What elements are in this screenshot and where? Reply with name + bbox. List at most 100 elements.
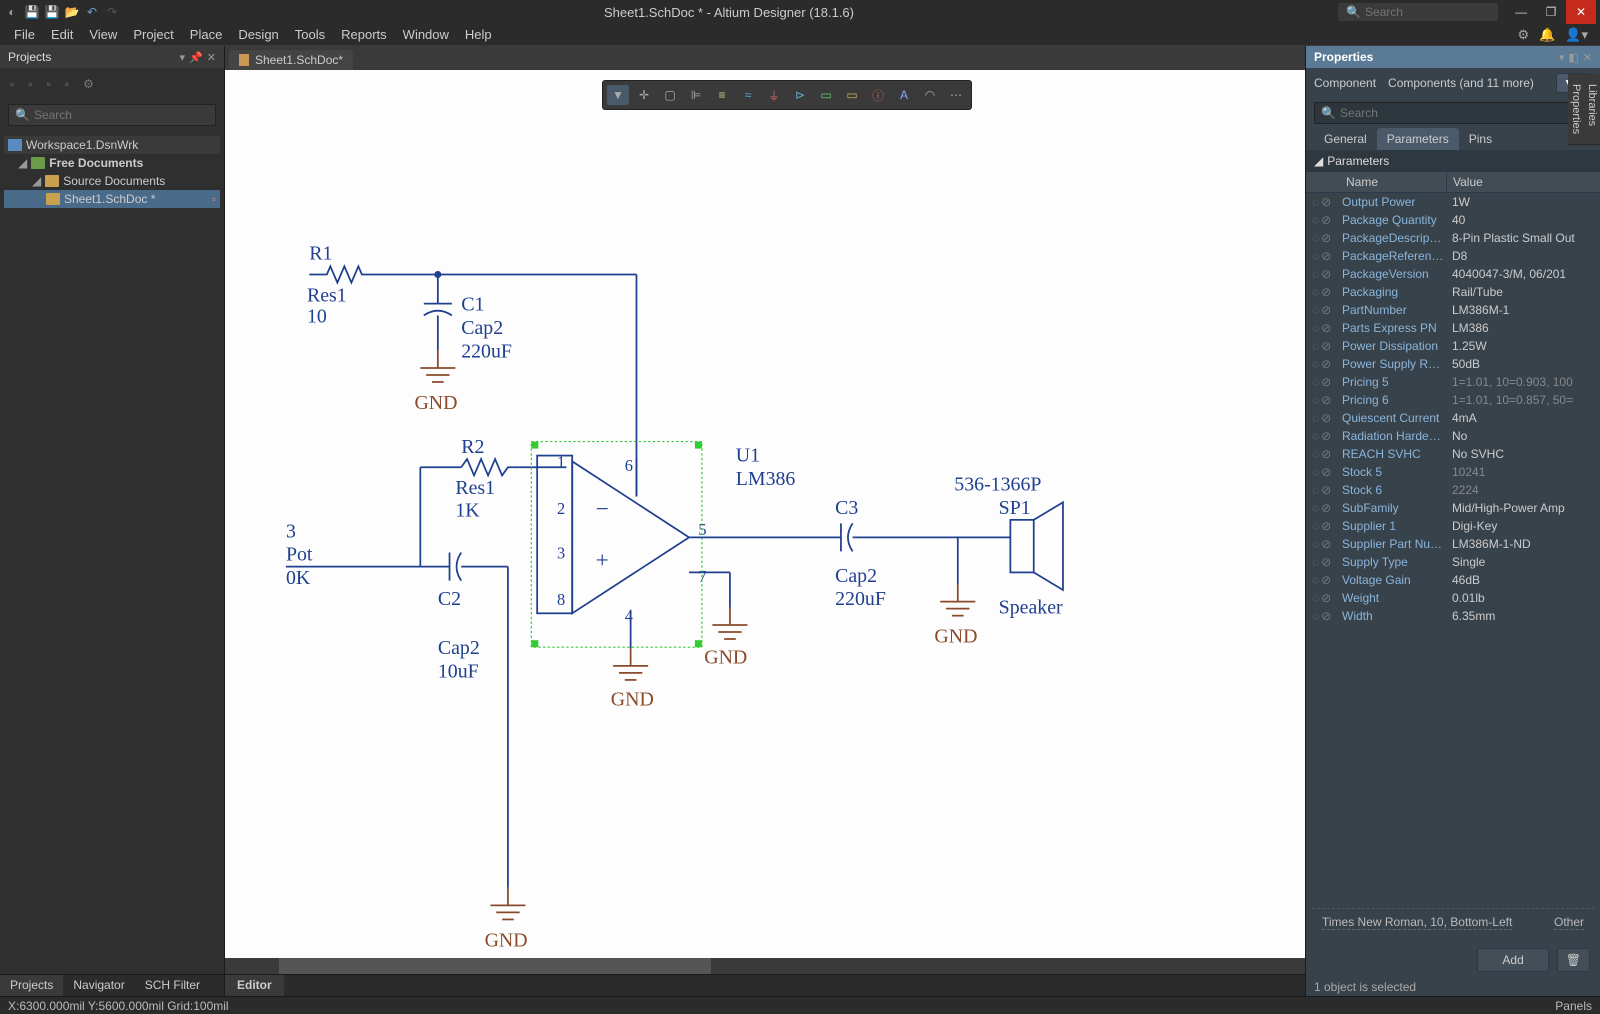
visibility-icon[interactable]: ◌ — [1312, 357, 1319, 371]
lock-icon[interactable]: ⊘ — [1321, 555, 1331, 569]
tab-editor[interactable]: Editor — [225, 975, 284, 996]
tab-pins[interactable]: Pins — [1459, 128, 1502, 150]
properties-search[interactable]: 🔍 — [1314, 102, 1592, 124]
param-row[interactable]: ◌⊘Output Power1W — [1306, 193, 1600, 211]
param-value[interactable]: Rail/Tube — [1446, 285, 1600, 299]
add-button[interactable]: Add — [1477, 948, 1548, 972]
menu-place[interactable]: Place — [182, 25, 231, 44]
menu-help[interactable]: Help — [457, 25, 500, 44]
panel-close-icon[interactable]: ✕ — [1583, 51, 1592, 64]
col-name[interactable]: Name — [1306, 172, 1446, 192]
lock-icon[interactable]: ⊘ — [1321, 357, 1331, 371]
filter-icon[interactable]: ▼ — [607, 85, 629, 105]
param-value[interactable]: 40 — [1446, 213, 1600, 227]
param-row[interactable]: ◌⊘PackageDescription8-Pin Plastic Small … — [1306, 229, 1600, 247]
lock-icon[interactable]: ⊘ — [1321, 321, 1331, 335]
param-row[interactable]: ◌⊘REACH SVHCNo SVHC — [1306, 445, 1600, 463]
param-value[interactable]: 4040047-3/M, 06/201 — [1446, 267, 1600, 281]
param-value[interactable]: No — [1446, 429, 1600, 443]
panel-pin-icon[interactable]: ◧ — [1568, 51, 1578, 64]
tree-source-documents[interactable]: ◢ Source Documents — [4, 172, 220, 190]
lock-icon[interactable]: ⊘ — [1321, 483, 1331, 497]
param-value[interactable]: Mid/High-Power Amp — [1446, 501, 1600, 515]
visibility-icon[interactable]: ◌ — [1312, 267, 1319, 281]
tab-projects[interactable]: Projects — [0, 975, 63, 996]
open-icon[interactable]: 📂 — [64, 4, 80, 20]
visibility-icon[interactable]: ◌ — [1312, 429, 1319, 443]
side-tab-properties[interactable]: Properties — [1568, 74, 1584, 145]
param-row[interactable]: ◌⊘Quiescent Current4mA — [1306, 409, 1600, 427]
properties-search-input[interactable] — [1340, 106, 1585, 120]
visibility-icon[interactable]: ◌ — [1312, 591, 1319, 605]
param-row[interactable]: ◌⊘Power Dissipation1.25W — [1306, 337, 1600, 355]
tb-compile-icon[interactable]: ▫ — [65, 77, 69, 91]
param-value[interactable]: No SVHC — [1446, 447, 1600, 461]
panel-menu-icon[interactable]: ▾ — [180, 51, 186, 64]
arc-icon[interactable]: ◠ — [919, 85, 941, 105]
param-value[interactable]: 6.35mm — [1446, 609, 1600, 623]
font-summary[interactable]: Times New Roman, 10, Bottom-Left Other — [1312, 908, 1594, 936]
close-icon[interactable]: ✕ — [1566, 0, 1596, 24]
directive-icon[interactable]: ▭ — [841, 85, 863, 105]
minimize-icon[interactable]: — — [1506, 0, 1536, 24]
lock-icon[interactable]: ⊘ — [1321, 537, 1331, 551]
param-row[interactable]: ◌⊘Stock 62224 — [1306, 481, 1600, 499]
move-icon[interactable]: ✛ — [633, 85, 655, 105]
param-row[interactable]: ◌⊘Supply TypeSingle — [1306, 553, 1600, 571]
visibility-icon[interactable]: ◌ — [1312, 249, 1319, 263]
lock-icon[interactable]: ⊘ — [1321, 411, 1331, 425]
visibility-icon[interactable]: ◌ — [1312, 519, 1319, 533]
param-value[interactable]: 1=1.01, 10=0.857, 50= — [1446, 393, 1600, 407]
param-value[interactable]: 10241 — [1446, 465, 1600, 479]
lock-icon[interactable]: ⊘ — [1321, 609, 1331, 623]
user-icon[interactable]: 👤▾ — [1565, 27, 1588, 43]
tree-workspace[interactable]: Workspace1.DsnWrk — [4, 136, 220, 154]
delete-button[interactable]: 🗑 — [1557, 948, 1590, 972]
param-value[interactable]: D8 — [1446, 249, 1600, 263]
select-icon[interactable]: ▢ — [659, 85, 681, 105]
param-row[interactable]: ◌⊘Supplier Part NumberLM386M-1-ND — [1306, 535, 1600, 553]
lock-icon[interactable]: ⊘ — [1321, 519, 1331, 533]
more-icon[interactable]: ⋯ — [945, 85, 967, 105]
distribute-icon[interactable]: ≡ — [711, 85, 733, 105]
expand-icon[interactable]: ◢ — [32, 174, 41, 188]
redo-icon[interactable]: ↷ — [104, 4, 120, 20]
settings-icon[interactable]: ⚙ — [1517, 27, 1529, 43]
menu-window[interactable]: Window — [395, 25, 457, 44]
lock-icon[interactable]: ⊘ — [1321, 591, 1331, 605]
parameters-section-header[interactable]: ◢ Parameters — [1306, 151, 1600, 171]
lock-icon[interactable]: ⊘ — [1321, 501, 1331, 515]
lock-icon[interactable]: ⊘ — [1321, 285, 1331, 299]
collapse-icon[interactable]: ◢ — [1314, 154, 1323, 168]
param-row[interactable]: ◌⊘Power Supply Rejectio50dB — [1306, 355, 1600, 373]
tab-sch-filter[interactable]: SCH Filter — [135, 975, 210, 996]
param-value[interactable]: Single — [1446, 555, 1600, 569]
tab-navigator[interactable]: Navigator — [63, 975, 134, 996]
tab-general[interactable]: General — [1314, 128, 1377, 150]
visibility-icon[interactable]: ◌ — [1312, 555, 1319, 569]
menu-design[interactable]: Design — [230, 25, 286, 44]
tb-open-icon[interactable]: ▫ — [28, 77, 32, 91]
menu-reports[interactable]: Reports — [333, 25, 395, 44]
param-value[interactable]: 4mA — [1446, 411, 1600, 425]
save-icon[interactable]: 💾 — [24, 4, 40, 20]
lock-icon[interactable]: ⊘ — [1321, 195, 1331, 209]
param-row[interactable]: ◌⊘Pricing 51=1.01, 10=0.903, 100 — [1306, 373, 1600, 391]
menu-project[interactable]: Project — [125, 25, 181, 44]
lock-icon[interactable]: ⊘ — [1321, 231, 1331, 245]
param-value[interactable]: 50dB — [1446, 357, 1600, 371]
param-value[interactable]: 0.01lb — [1446, 591, 1600, 605]
visibility-icon[interactable]: ◌ — [1312, 411, 1319, 425]
param-row[interactable]: ◌⊘Supplier 1Digi-Key — [1306, 517, 1600, 535]
font-label[interactable]: Times New Roman, 10, Bottom-Left — [1322, 915, 1512, 930]
visibility-icon[interactable]: ◌ — [1312, 465, 1319, 479]
font-other[interactable]: Other — [1554, 915, 1584, 930]
text-icon[interactable]: A — [893, 85, 915, 105]
param-value[interactable]: Digi-Key — [1446, 519, 1600, 533]
param-value[interactable]: 2224 — [1446, 483, 1600, 497]
projects-search-input[interactable] — [34, 108, 209, 122]
lock-icon[interactable]: ⊘ — [1321, 429, 1331, 443]
lock-icon[interactable]: ⊘ — [1321, 303, 1331, 317]
menu-tools[interactable]: Tools — [287, 25, 333, 44]
gnd-icon[interactable]: ⏚ — [763, 85, 785, 105]
